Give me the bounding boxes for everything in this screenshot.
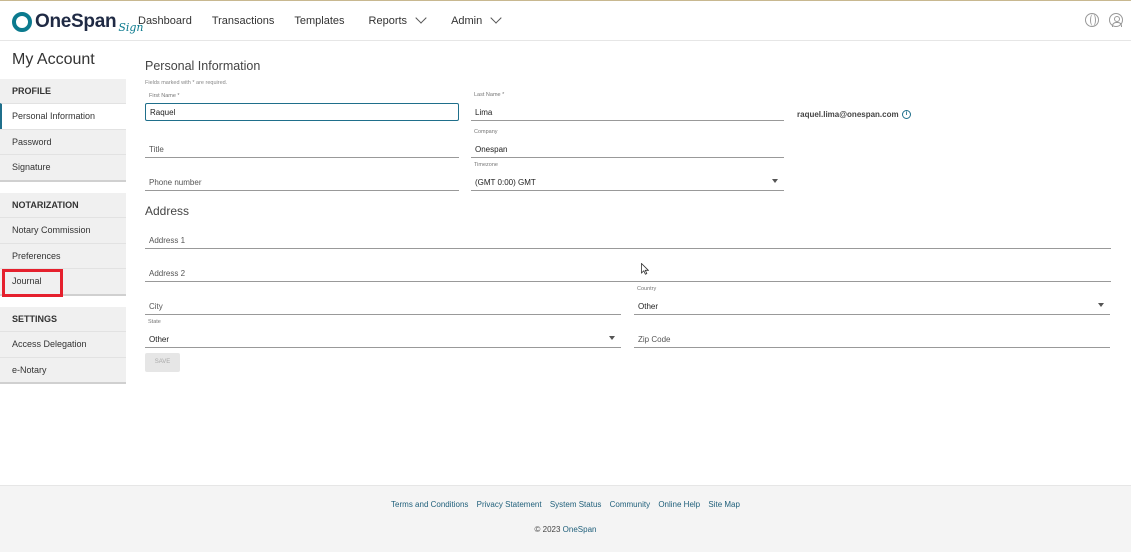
sidebar-item-journal[interactable]: Journal	[0, 268, 126, 294]
dropdown-caret-icon	[1098, 303, 1104, 307]
copyright: © 2023 OneSpan	[0, 525, 1131, 534]
city-placeholder: City	[149, 302, 163, 311]
nav-templates-label: Templates	[294, 15, 345, 27]
nav-dashboard[interactable]: Dashboard	[138, 15, 192, 27]
nav-reports-label: Reports	[368, 15, 408, 27]
country-value: Other	[638, 302, 659, 311]
sidebar-group-head-notarization: NOTARIZATION	[12, 200, 79, 210]
sidebar-item-preferences[interactable]: Preferences	[0, 242, 126, 269]
company-field[interactable]: Company Onespan	[471, 129, 784, 158]
nav-templates[interactable]: Templates	[294, 15, 344, 27]
footer-link-online-help[interactable]: Online Help	[658, 500, 700, 509]
logo-text: OneSpan	[35, 11, 117, 32]
info-icon[interactable]: i	[902, 110, 911, 119]
state-value: Other	[149, 335, 170, 344]
sidebar-title: My Account	[12, 51, 95, 68]
address1-field[interactable]: Address 1	[145, 231, 1111, 249]
phone-placeholder: Phone number	[149, 178, 202, 187]
company-value: Onespan	[475, 145, 508, 154]
timezone-value: (GMT 0:00) GMT	[475, 178, 536, 187]
account-email: raquel.lima@onespan.com	[797, 110, 899, 119]
country-label: Country	[637, 286, 657, 292]
state-label: State	[148, 319, 161, 325]
dropdown-caret-icon	[609, 336, 615, 340]
sidebar-group-notarization: NOTARIZATION Notary Commission Preferenc…	[0, 193, 126, 296]
last-name-field[interactable]: Last Name * Lima	[471, 92, 784, 121]
sidebar-item-e-notary[interactable]: e-Notary	[0, 356, 126, 383]
phone-field[interactable]: Phone number	[145, 173, 459, 191]
sidebar-item-password[interactable]: Password	[0, 128, 126, 155]
city-field[interactable]: City	[145, 297, 621, 315]
zip-code-placeholder: Zip Code	[638, 335, 671, 344]
nav-transactions[interactable]: Transactions	[212, 15, 275, 27]
company-label: Company	[474, 129, 498, 135]
last-name-value: Lima	[475, 108, 493, 117]
nav-admin-label: Admin	[451, 15, 483, 27]
nav-reports[interactable]: Reports	[368, 12, 427, 27]
sidebar-group-head-settings: SETTINGS	[12, 314, 58, 324]
sidebar-item-notary-commission[interactable]: Notary Commission	[0, 217, 126, 243]
nav-admin[interactable]: Admin	[451, 12, 502, 27]
nav-dashboard-label: Dashboard	[138, 15, 192, 27]
user-account-icon[interactable]	[1109, 13, 1123, 27]
last-name-label: Last Name *	[474, 92, 505, 98]
timezone-label: Timezone	[474, 162, 498, 168]
footer-links: Terms and Conditions Privacy Statement S…	[0, 500, 1131, 509]
nav-transactions-label: Transactions	[211, 15, 275, 27]
footer-link-community[interactable]: Community	[610, 500, 650, 509]
globe-icon[interactable]	[1085, 13, 1099, 27]
sidebar-group-settings: SETTINGS Access Delegation e-Notary	[0, 307, 126, 384]
sidebar-item-access-delegation[interactable]: Access Delegation	[0, 331, 126, 357]
footer-link-system-status[interactable]: System Status	[550, 500, 602, 509]
required-hint: Fields marked with * are required.	[145, 80, 228, 86]
logo-ring-icon	[12, 12, 32, 32]
onespan-logo[interactable]: OneSpan Sign	[12, 10, 144, 34]
top-bar: OneSpan Sign Dashboard Transactions Temp…	[0, 1, 1131, 41]
footer: Terms and Conditions Privacy Statement S…	[0, 485, 1131, 552]
timezone-select[interactable]: Timezone (GMT 0:00) GMT	[471, 162, 784, 191]
save-button[interactable]: SAVE	[145, 353, 180, 372]
title-placeholder: Title	[149, 145, 164, 154]
country-select[interactable]: Country Other	[634, 286, 1110, 315]
dropdown-caret-icon	[772, 179, 778, 183]
sidebar: My Account PROFILE Personal Information …	[0, 41, 126, 485]
copyright-prefix: © 2023	[534, 525, 563, 534]
state-select[interactable]: State Other	[145, 319, 621, 348]
zip-code-field[interactable]: Zip Code	[634, 330, 1110, 348]
top-icons	[1075, 13, 1123, 27]
copyright-brand[interactable]: OneSpan	[563, 525, 597, 534]
address2-placeholder: Address 2	[149, 269, 186, 278]
address1-placeholder: Address 1	[149, 236, 186, 245]
first-name-label: First Name *	[149, 93, 180, 99]
address2-field[interactable]: Address 2	[145, 264, 1111, 282]
sidebar-group-head-profile: PROFILE	[12, 86, 52, 96]
chevron-down-icon	[415, 12, 427, 24]
chevron-down-icon	[490, 12, 502, 24]
sidebar-item-signature[interactable]: Signature	[0, 154, 126, 180]
sidebar-item-personal-information[interactable]: Personal Information	[0, 103, 126, 129]
main-nav: Dashboard Transactions Templates Reports…	[138, 1, 526, 41]
personal-information-title: Personal Information	[145, 59, 261, 73]
first-name-field[interactable]: First Name * Raquel	[145, 93, 459, 121]
footer-link-terms[interactable]: Terms and Conditions	[391, 500, 468, 509]
address-title: Address	[145, 204, 190, 218]
footer-link-site-map[interactable]: Site Map	[708, 500, 740, 509]
sidebar-group-profile: PROFILE Personal Information Password Si…	[0, 79, 126, 182]
footer-link-privacy[interactable]: Privacy Statement	[477, 500, 542, 509]
title-field[interactable]: Title	[145, 140, 459, 158]
first-name-value: Raquel	[150, 108, 176, 117]
mouse-pointer-icon	[641, 263, 649, 275]
